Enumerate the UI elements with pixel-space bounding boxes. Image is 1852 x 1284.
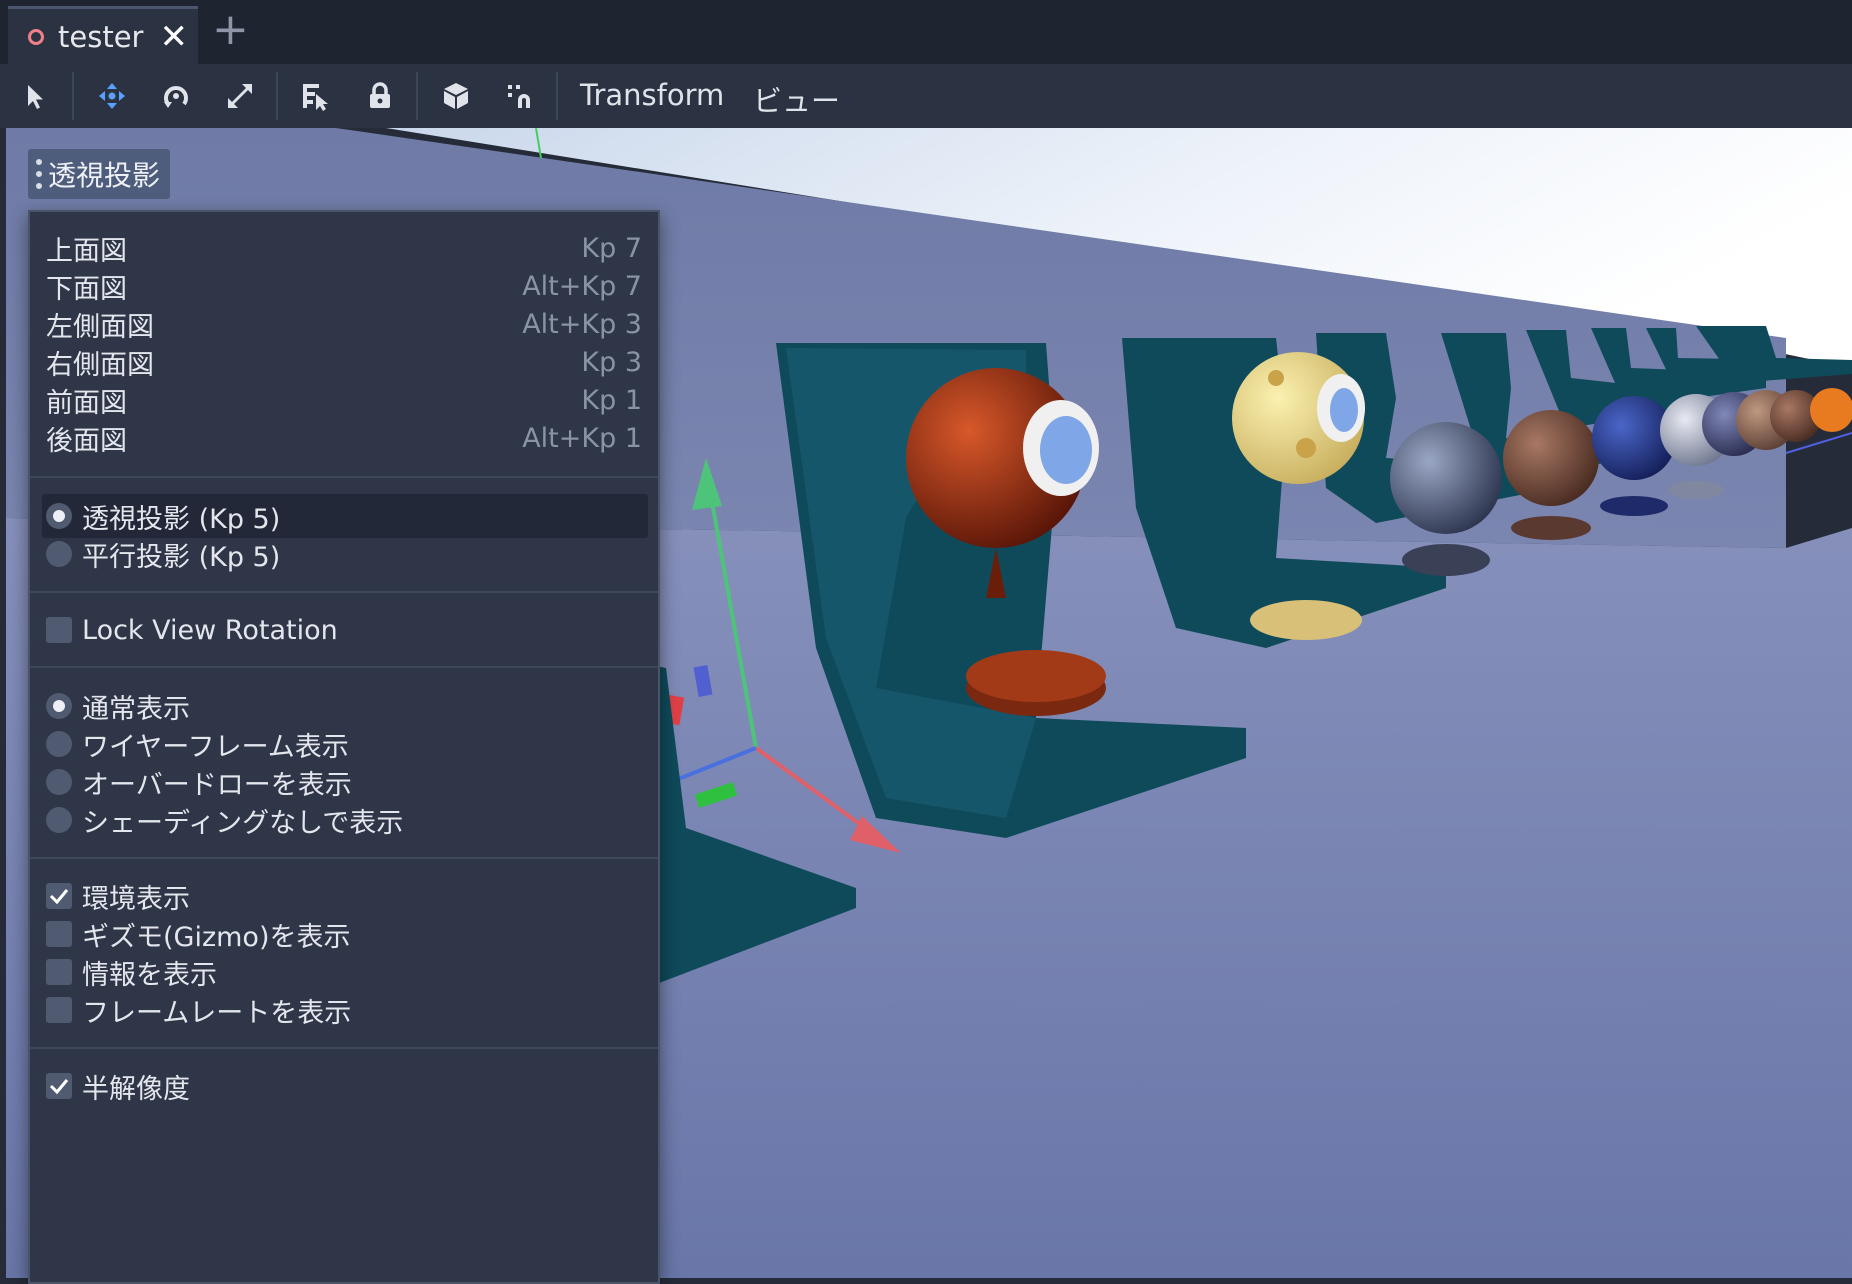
add-tab-icon[interactable]: +	[212, 8, 249, 52]
menu-item-shortcut: Alt+Kp 3	[522, 308, 642, 340]
menu-separator	[30, 857, 658, 859]
menu-item-label: フレームレートを表示	[82, 997, 352, 1029]
checkbox[interactable]	[46, 997, 72, 1023]
tab-tester[interactable]: tester ✕	[8, 6, 198, 64]
menu-separator	[30, 591, 658, 593]
view-menu[interactable]: ビュー	[753, 78, 840, 120]
transform-menu[interactable]: Transform	[580, 78, 724, 112]
menu-item-label: 後面図	[46, 425, 127, 457]
menu-item-label: 透視投影 (Kp 5)	[82, 503, 281, 535]
menu-item-label: Lock View Rotation	[82, 614, 338, 646]
menu-separator	[30, 666, 658, 668]
checkbox[interactable]	[46, 921, 72, 947]
menu-item-label: ギズモ(Gizmo)を表示	[82, 921, 351, 953]
menu-item-label: ワイヤーフレーム表示	[82, 731, 349, 763]
radio-button[interactable]	[46, 503, 72, 529]
menu-item-label: 左側面図	[46, 311, 154, 343]
menu-item-label: 平行投影 (Kp 5)	[82, 541, 281, 573]
close-icon[interactable]: ✕	[160, 20, 189, 54]
menu-item-lock-view-rotation[interactable]: Lock View Rotation	[30, 608, 658, 652]
menu-item-shortcut: Alt+Kp 7	[522, 270, 642, 302]
radio-button[interactable]	[46, 693, 72, 719]
menu-item-half-resolution[interactable]: 半解像度	[30, 1064, 658, 1108]
menu-item-label: 通常表示	[82, 693, 190, 725]
menu-item-label: シェーディングなしで表示	[82, 807, 404, 839]
menu-item-label: 環境表示	[82, 883, 190, 915]
perspective-menu-label: 透視投影	[48, 159, 161, 192]
radio-button[interactable]	[46, 769, 72, 795]
menu-item-label: 上面図	[46, 235, 127, 267]
grip-icon	[36, 159, 42, 189]
rotate-tool-icon[interactable]	[156, 76, 196, 116]
checkbox[interactable]	[46, 617, 72, 643]
cube-icon[interactable]	[436, 76, 476, 116]
checkbox[interactable]	[46, 883, 72, 909]
checkmark-icon	[49, 1079, 69, 1095]
menu-item-label: 右側面図	[46, 349, 154, 381]
radio-button[interactable]	[46, 731, 72, 757]
scene-icon	[28, 28, 44, 45]
lock-icon[interactable]	[360, 76, 400, 116]
menu-item-shortcut: Alt+Kp 1	[522, 422, 642, 454]
menu-item-display-unshaded[interactable]: シェーディングなしで表示	[30, 798, 658, 842]
menu-item-shortcut: Kp 1	[581, 384, 642, 416]
menu-item-label: 下面図	[46, 273, 127, 305]
select-tool-icon[interactable]	[16, 76, 56, 116]
menu-item-rear-view[interactable]: 後面図 Alt+Kp 1	[30, 416, 658, 460]
menu-separator	[30, 1047, 658, 1049]
radio-button[interactable]	[46, 807, 72, 833]
move-tool-icon[interactable]	[92, 76, 132, 116]
menu-item-shortcut: Kp 7	[581, 232, 642, 264]
snap-icon[interactable]	[500, 76, 540, 116]
checkmark-icon	[49, 889, 69, 905]
checkbox[interactable]	[46, 959, 72, 985]
menu-item-label: 情報を表示	[82, 959, 217, 991]
menu-item-label: オーバードローを表示	[82, 769, 352, 801]
tab-label: tester	[58, 19, 144, 54]
menu-item-label: 前面図	[46, 387, 127, 419]
menu-item-frame-rate[interactable]: フレームレートを表示	[30, 988, 658, 1032]
perspective-menu-button[interactable]: 透視投影	[28, 149, 170, 199]
list-select-icon[interactable]	[296, 76, 336, 116]
viewport-toolbar: Transform ビュー	[0, 64, 1852, 128]
view-options-popup: 上面図 Kp 7 下面図 Alt+Kp 7 左側面図 Alt+Kp 3 右側面図…	[28, 210, 660, 1284]
menu-separator	[30, 476, 658, 478]
radio-button[interactable]	[46, 541, 72, 567]
checkbox[interactable]	[46, 1073, 72, 1099]
menu-item-orthogonal[interactable]: 平行投影 (Kp 5)	[30, 532, 658, 576]
scale-tool-icon[interactable]	[220, 76, 260, 116]
menu-item-label: 半解像度	[82, 1073, 190, 1105]
scene-tab-bar: tester ✕ +	[0, 0, 1852, 64]
menu-item-shortcut: Kp 3	[581, 346, 642, 378]
